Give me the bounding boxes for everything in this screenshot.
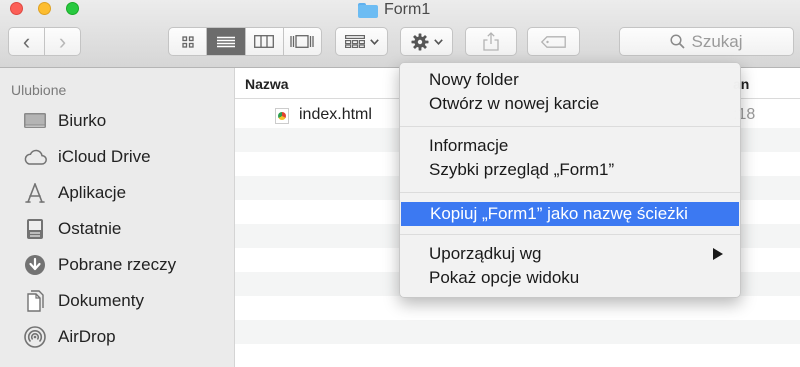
search-placeholder: Szukaj	[691, 31, 743, 51]
sidebar-item-label: AirDrop	[58, 327, 116, 346]
menu-item-quick-look[interactable]: Szybki przegląd „Form1”	[400, 158, 740, 182]
cloud-icon	[22, 145, 48, 169]
recents-icon	[22, 217, 48, 241]
tag-button[interactable]	[527, 27, 580, 56]
empty-row	[235, 344, 800, 367]
empty-row	[235, 296, 800, 320]
window-title-text: Form1	[384, 1, 431, 18]
sidebar-item-applications[interactable]: Aplikacje	[22, 178, 126, 208]
gallery-view-icon[interactable]	[282, 28, 321, 55]
sidebar-item-label: Ostatnie	[58, 219, 122, 238]
column-view-icon[interactable]	[244, 28, 283, 55]
sidebar-item-label: Pobrane rzeczy	[58, 255, 177, 274]
menu-item-copy-as-pathname[interactable]: Kopiuj „Form1” jako nazwę ścieżki	[401, 202, 739, 226]
menu-item-new-folder[interactable]: Nowy folder	[400, 68, 740, 92]
share-button[interactable]	[465, 27, 517, 56]
chevron-down-icon	[369, 38, 379, 45]
chevron-left-icon[interactable]: ‹	[9, 28, 44, 55]
sidebar-item-downloads[interactable]: Pobrane rzeczy	[22, 250, 176, 280]
sidebar-item-label: Dokumenty	[58, 291, 144, 310]
menu-item-arrange-by[interactable]: Uporządkuj wg	[400, 242, 740, 266]
menu-separator	[400, 234, 740, 235]
menu-separator	[400, 192, 740, 193]
download-icon	[22, 253, 48, 277]
file-name: index.html	[299, 106, 372, 123]
window-title: Form1	[358, 0, 430, 20]
applications-icon	[22, 181, 48, 205]
search-field[interactable]: Szukaj	[619, 27, 794, 56]
sidebar-item-desktop[interactable]: Biurko	[22, 106, 106, 136]
menu-item-label: Uporządkuj wg	[429, 244, 542, 263]
navigation-buttons: ‹ ›	[8, 27, 81, 56]
close-window-button[interactable]	[10, 2, 23, 15]
icon-view-icon[interactable]	[169, 28, 206, 55]
sidebar-item-documents[interactable]: Dokumenty	[22, 286, 144, 316]
chevron-down-icon	[433, 38, 443, 45]
menu-separator	[400, 126, 740, 127]
sidebar-item-label: iCloud Drive	[58, 147, 151, 166]
submenu-arrow-icon	[713, 248, 723, 260]
desktop-icon	[22, 109, 48, 133]
sidebar-item-airdrop[interactable]: AirDrop	[22, 322, 116, 352]
sidebar-item-label: Biurko	[58, 111, 107, 130]
action-context-menu: Nowy folder Otwórz w nowej karcie Inform…	[399, 62, 741, 298]
view-mode-buttons	[168, 27, 322, 56]
gear-icon	[411, 33, 428, 50]
empty-row	[235, 320, 800, 344]
chrome-file-icon	[275, 108, 289, 124]
menu-item-get-info[interactable]: Informacje	[400, 134, 740, 158]
sidebar-item-label: Aplikacje	[58, 183, 127, 202]
titlebar: Form1 ‹ › Szukaj	[0, 0, 800, 68]
list-view-icon[interactable]	[206, 28, 245, 55]
sidebar-item-icloud[interactable]: iCloud Drive	[22, 142, 151, 172]
sidebar-item-recents[interactable]: Ostatnie	[22, 214, 121, 244]
menu-item-show-view-options[interactable]: Pokaż opcje widoku	[400, 266, 740, 290]
share-icon	[483, 32, 499, 51]
chevron-right-icon[interactable]: ›	[44, 28, 80, 55]
documents-icon	[22, 289, 48, 313]
maximize-window-button[interactable]	[66, 2, 79, 15]
arrange-button[interactable]	[335, 27, 388, 56]
menu-item-open-in-new-tab[interactable]: Otwórz w nowej karcie	[400, 92, 740, 116]
sidebar-section-title: Ulubione	[11, 82, 67, 98]
search-icon	[670, 34, 686, 49]
folder-icon	[358, 2, 378, 18]
tag-icon	[540, 35, 566, 48]
arrange-grid-icon	[344, 35, 365, 48]
minimize-window-button[interactable]	[38, 2, 51, 15]
action-button[interactable]	[400, 27, 453, 56]
column-header-name[interactable]: Nazwa	[245, 76, 289, 92]
airdrop-icon	[22, 325, 48, 349]
